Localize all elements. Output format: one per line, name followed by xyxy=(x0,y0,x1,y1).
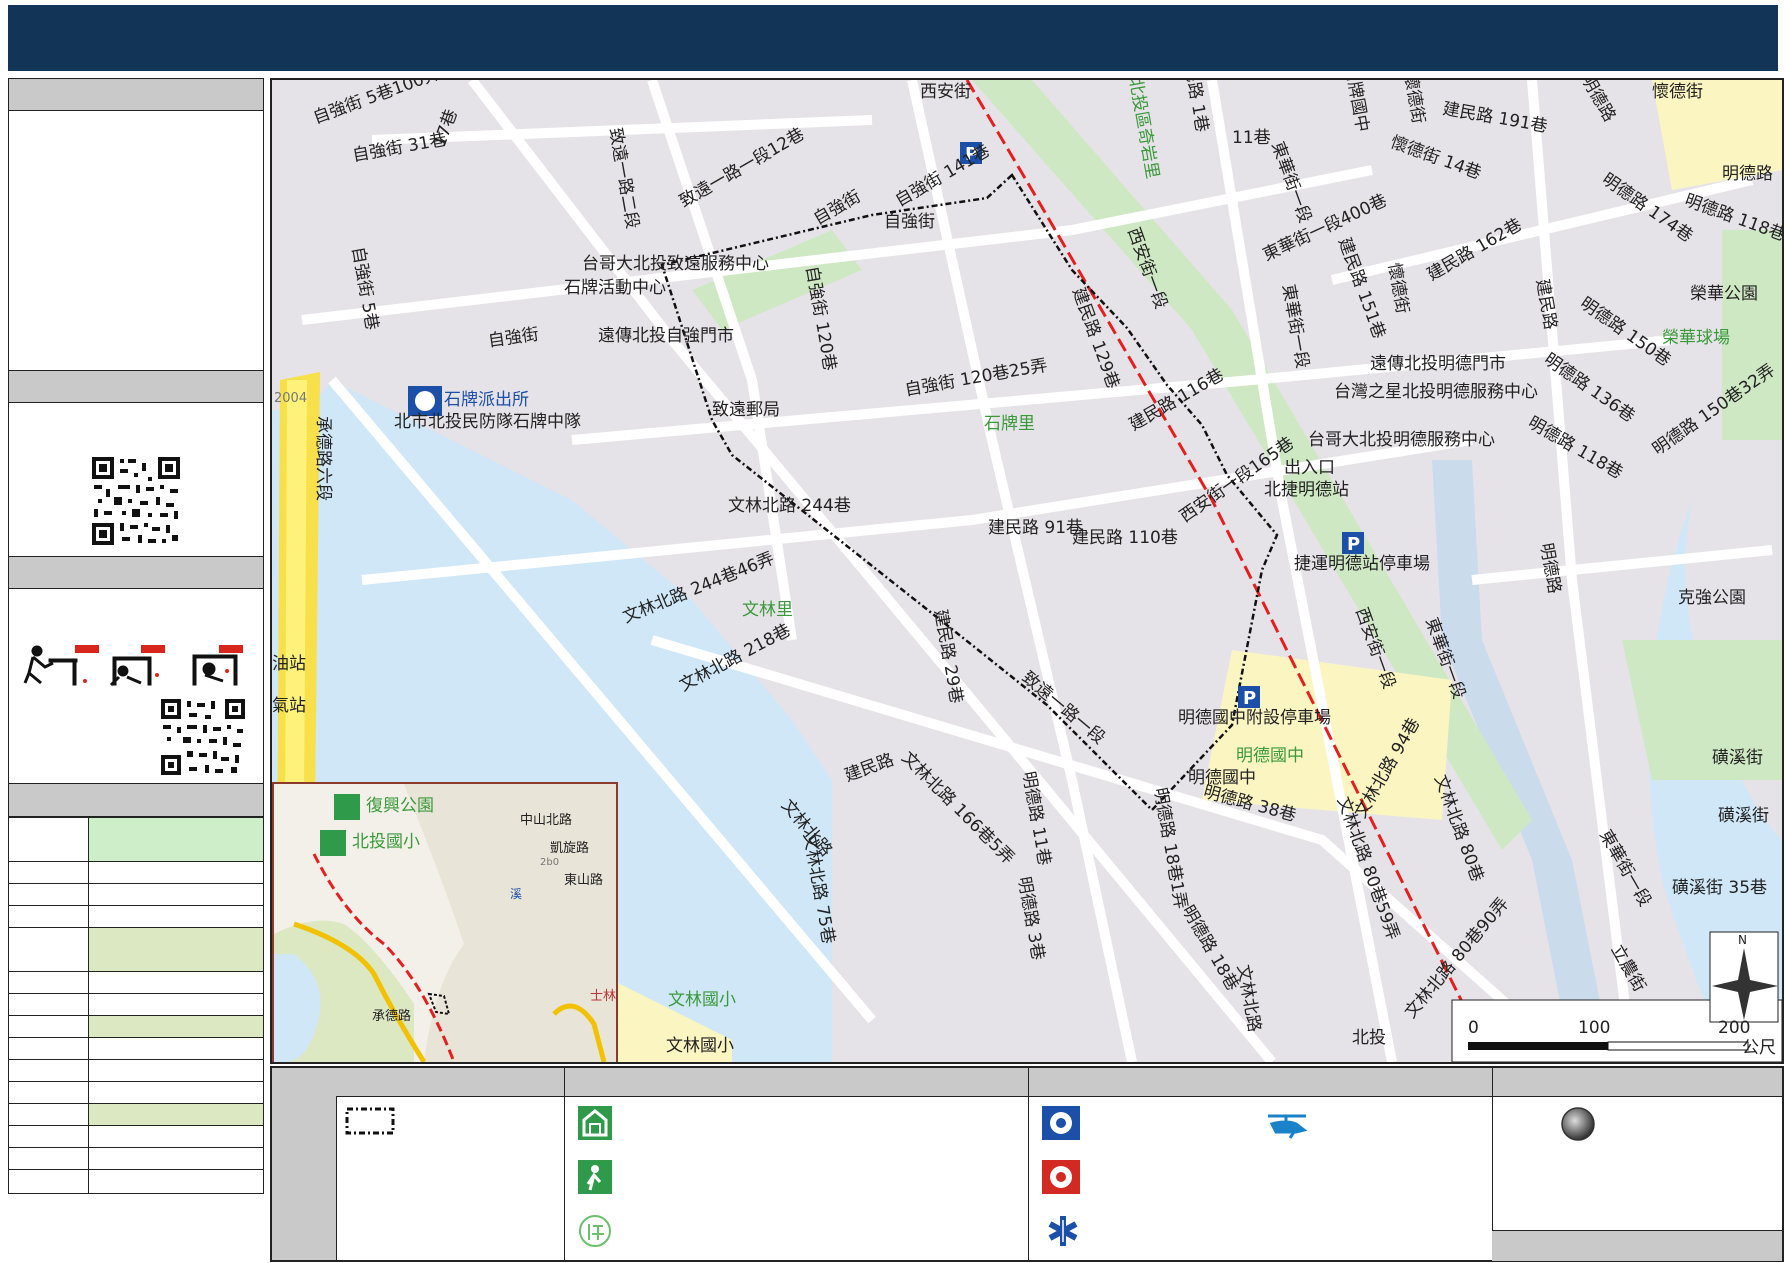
sidebar xyxy=(8,78,264,1258)
sidebar-panel-qr xyxy=(8,402,264,558)
scale-mid-label: 100 xyxy=(1578,1018,1611,1038)
inset-road-label: 承德路 xyxy=(372,1009,412,1024)
poi-label: 北市北投民防隊石牌中隊 xyxy=(394,412,581,432)
poi-label: 氣站 xyxy=(272,696,306,716)
medical-icon xyxy=(1048,1216,1078,1246)
poi-label: 北捷明德站 xyxy=(1264,480,1349,500)
road-number-label: 2004 xyxy=(274,391,308,406)
poi-label: 台哥大北投致遠服務中心 xyxy=(582,254,769,274)
street-label: 自強街 xyxy=(884,212,935,232)
park-label: 榮華球場 xyxy=(1662,328,1730,348)
svg-text:P: P xyxy=(1347,534,1360,555)
drop-cover-hold-icon xyxy=(23,645,243,687)
sidebar-header-3 xyxy=(8,556,264,590)
main-map[interactable]: P P P 自強街 5巷100弄 自強街 31巷 17巷 致遠一路二段 致遠一路… xyxy=(270,78,1784,1064)
poi-label: 台哥大北投明德服務中心 xyxy=(1308,430,1495,450)
sidebar-header-4 xyxy=(8,783,264,817)
police-station-label: 石牌派出所 xyxy=(444,390,529,410)
street-label: 懷德街 xyxy=(1652,82,1703,102)
street-label: 明德路 xyxy=(1722,164,1773,184)
police-icon xyxy=(1042,1106,1080,1140)
poi-label: 捷運明德站停車場 xyxy=(1294,554,1430,574)
inset-school-label: 北投國小 xyxy=(352,832,420,852)
boundary-legend-icon xyxy=(345,1107,395,1135)
inset-road-label: 中山北路 xyxy=(520,813,573,828)
standby-shelter-icon xyxy=(579,1215,611,1247)
inset-park-label: 復興公園 xyxy=(366,796,434,816)
sidebar-header-1 xyxy=(8,78,264,112)
street-label: 建民路 110巷 xyxy=(1072,528,1178,548)
street-label: 建民路 91巷 xyxy=(988,518,1084,538)
street-label: 承德路六段 xyxy=(313,416,333,501)
inset-num-label: 2b0 xyxy=(540,857,560,868)
north-label: N xyxy=(1738,933,1747,947)
shelter-school-icon xyxy=(578,1106,612,1140)
inset-road-label: 東山路 xyxy=(564,873,604,888)
inset-map[interactable]: 復興公園 北投國小 中山北路 凱旋路 東山路 承德路 士林 2b0 溪 xyxy=(272,782,618,1062)
park-label: 榮華公園 xyxy=(1690,284,1758,304)
sidebar-header-2 xyxy=(8,370,264,404)
poi-label: 致遠郵局 xyxy=(712,400,780,420)
inset-river-label: 溪 xyxy=(510,887,523,901)
sidebar-panel-1 xyxy=(8,110,264,372)
village-label: 石牌里 xyxy=(984,414,1035,434)
assembly-point-icon xyxy=(1561,1107,1595,1141)
safety-qr-code-icon[interactable] xyxy=(159,697,247,777)
poi-label: 遠傳北投明德門市 xyxy=(1370,354,1506,374)
street-label: 11巷 xyxy=(1232,128,1271,148)
qr-code-icon[interactable] xyxy=(90,455,182,547)
poi-label: 文林國小 xyxy=(666,1036,734,1056)
poi-label: 遠傳北投自強門市 xyxy=(598,326,734,346)
inset-road-label: 凱旋路 xyxy=(550,841,590,856)
sidebar-panel-safety xyxy=(8,588,264,785)
helicopter-icon xyxy=(1268,1114,1308,1139)
svg-text:P: P xyxy=(1243,688,1256,709)
scale-unit-label: 公尺 xyxy=(1742,1038,1776,1058)
legend-panel xyxy=(270,1066,1784,1262)
poi-label: 出入口 xyxy=(1284,458,1335,478)
legend-divider xyxy=(564,1068,565,1260)
poi-label: 台灣之星北投明德服務中心 xyxy=(1334,382,1538,402)
street-label: 西安街 xyxy=(920,82,971,102)
poi-label: 石牌活動中心 xyxy=(564,278,666,298)
street-label: 磺溪街 xyxy=(1718,806,1769,826)
poi-label: 油站 xyxy=(272,654,306,674)
street-label: 磺溪街 xyxy=(1712,748,1763,768)
street-label: 北投 xyxy=(1352,1028,1386,1048)
legend-header-row xyxy=(336,1068,1782,1097)
fire-station-icon xyxy=(1042,1160,1080,1194)
scale-zero-label: 0 xyxy=(1468,1018,1479,1038)
school-label: 明德國中 xyxy=(1236,746,1304,766)
inset-area-label: 士林 xyxy=(590,989,617,1004)
park-label: 克強公園 xyxy=(1678,588,1746,608)
legend-divider xyxy=(1028,1068,1029,1260)
village-label: 文林里 xyxy=(742,600,793,620)
street-label: 磺溪街 35巷 xyxy=(1672,878,1768,898)
shelter-park-icon xyxy=(578,1160,612,1194)
poi-label: 明德國中 xyxy=(1188,768,1256,788)
poi-label: 明德國中附設停車場 xyxy=(1178,708,1331,728)
header-bar xyxy=(8,5,1778,71)
scale-end-label: 200 xyxy=(1718,1018,1751,1038)
street-label: 文林北路 244巷 xyxy=(728,496,851,516)
legend-footer-cell xyxy=(1492,1230,1782,1261)
legend-side-header xyxy=(272,1068,337,1260)
school-label: 文林國小 xyxy=(668,990,736,1010)
info-table xyxy=(8,817,264,1194)
